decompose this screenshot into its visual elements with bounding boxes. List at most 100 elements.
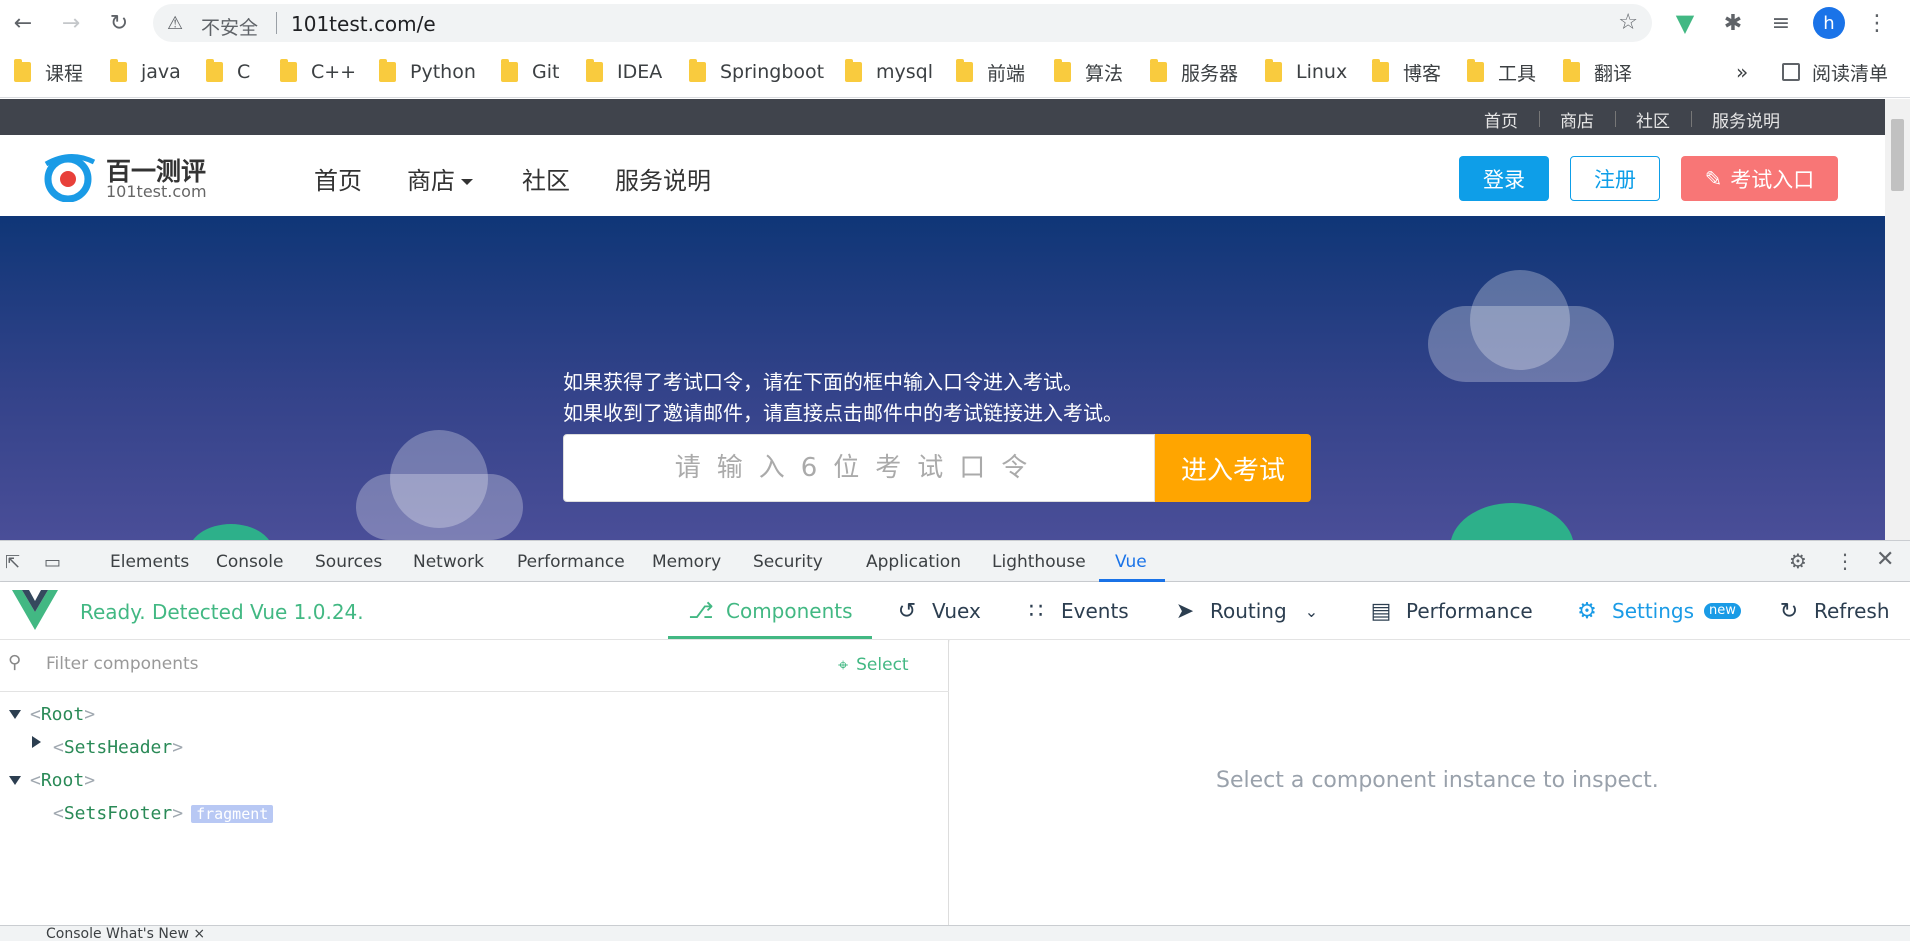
select-component-button[interactable]: ⌖ Select [838, 653, 909, 677]
folder-icon [206, 59, 223, 82]
tab-network[interactable]: Network [413, 552, 484, 572]
site-logo[interactable]: 百一测评 101test.com [40, 152, 220, 202]
device-toolbar-icon[interactable]: ▭ [44, 552, 61, 573]
tab-sources[interactable]: Sources [315, 552, 382, 572]
reload-icon[interactable]: ↻ [104, 8, 134, 38]
nav-community[interactable]: 社区 [522, 161, 570, 196]
active-vue-tab-indicator [668, 636, 872, 639]
gear-icon: ⚙ [1577, 598, 1597, 624]
vue-tab-routing[interactable]: ➤ Routing ⌄ [1172, 597, 1318, 625]
bookmark-folder[interactable]: Springboot [689, 59, 824, 84]
scrollbar-thumb[interactable] [1891, 119, 1904, 191]
bookmark-folder[interactable]: C [206, 59, 250, 84]
enter-exam-button[interactable]: 进入考试 [1155, 434, 1311, 502]
filter-components-input[interactable]: Filter components [46, 654, 199, 674]
vue-tab-performance[interactable]: ▤ Performance [1368, 597, 1533, 625]
url-text[interactable]: 101test.com/e [291, 12, 436, 36]
exam-code-input[interactable]: 请输入6位考试口令 [563, 434, 1155, 502]
bookmark-folder[interactable]: Git [501, 59, 559, 84]
divider [1615, 111, 1616, 127]
vue-logo-icon [12, 590, 58, 630]
vue-tab-settings[interactable]: ⚙ Settings new [1574, 597, 1741, 625]
nav-home[interactable]: 首页 [314, 161, 362, 196]
expanded-arrow-icon[interactable] [9, 710, 21, 719]
bookmark-folder[interactable]: 课程 [14, 59, 83, 85]
bookmark-folder[interactable]: IDEA [586, 59, 662, 84]
folder-icon [845, 59, 862, 82]
tab-performance[interactable]: Performance [517, 552, 625, 572]
bookmark-folder[interactable]: java [110, 59, 181, 84]
bookmark-folder[interactable]: 服务器 [1150, 59, 1238, 85]
filter-bar: ⚲ Filter components ⌖ Select [0, 640, 949, 692]
devtools-tab-strip: ⇱ ▭ Elements Console Sources Network Per… [0, 540, 1910, 582]
browser-menu-icon[interactable]: ⋮ [1862, 8, 1892, 38]
register-button[interactable]: 注册 [1570, 156, 1660, 201]
top-link-community[interactable]: 社区 [1636, 107, 1670, 132]
tab-elements[interactable]: Elements [110, 552, 189, 572]
folder-icon [14, 59, 31, 82]
bookmark-folder[interactable]: 前端 [956, 59, 1025, 85]
tab-console[interactable]: Console [216, 552, 284, 572]
tree-node[interactable]: <SetsHeader> [53, 737, 183, 758]
address-bar[interactable]: ⚠ 不安全 101test.com/e ☆ [153, 4, 1652, 42]
bar-chart-icon: ▤ [1370, 598, 1392, 624]
top-link-service[interactable]: 服务说明 [1712, 107, 1780, 132]
nav-shop[interactable]: 商店 [407, 161, 473, 196]
bookmarks-bar: 课程 java C C++ Python Git IDEA Springboot… [0, 46, 1910, 98]
login-button[interactable]: 登录 [1459, 156, 1549, 201]
devtools-settings-icon[interactable]: ⚙ [1789, 549, 1807, 573]
folder-icon [586, 59, 603, 82]
more-bookmarks-button[interactable]: » [1736, 60, 1748, 84]
tab-vue[interactable]: Vue [1115, 552, 1147, 572]
bookmark-folder[interactable]: mysql [845, 59, 933, 84]
nav-service[interactable]: 服务说明 [615, 161, 711, 196]
reading-list-button[interactable]: 阅读清单 [1782, 60, 1888, 85]
top-link-shop[interactable]: 商店 [1560, 107, 1594, 132]
tab-lighthouse[interactable]: Lighthouse [992, 552, 1086, 572]
vue-devtools-extension-icon[interactable]: ▼ [1670, 8, 1700, 38]
warning-icon: ⚠ [167, 13, 184, 34]
bookmark-folder[interactable]: 工具 [1467, 59, 1536, 85]
tree-node[interactable]: <Root> [30, 770, 95, 791]
omnibox-divider [276, 12, 277, 34]
bookmark-folder[interactable]: 算法 [1054, 59, 1123, 85]
expanded-arrow-icon[interactable] [9, 776, 21, 785]
vue-tab-vuex[interactable]: ↺ Vuex [894, 597, 981, 625]
exam-entry-button[interactable]: ✎ 考试入口 [1681, 156, 1838, 201]
routing-icon: ➤ [1175, 598, 1195, 624]
vue-tab-events[interactable]: ∷ Events [1023, 597, 1129, 625]
bookmark-folder[interactable]: Python [379, 59, 476, 84]
media-queue-icon[interactable]: ≡ [1766, 8, 1796, 38]
page-scrollbar[interactable] [1885, 99, 1910, 540]
tree-decoration [1450, 503, 1574, 540]
tab-memory[interactable]: Memory [652, 552, 721, 572]
site-navbar: 百一测评 101test.com 首页 商店 社区 服务说明 登录 注册 ✎ 考试… [0, 135, 1885, 216]
collapsed-arrow-icon[interactable] [32, 736, 41, 748]
reading-list-icon [1782, 63, 1800, 81]
crosshair-icon: ⌖ [838, 654, 849, 676]
extensions-puzzle-icon[interactable]: ✱ [1718, 8, 1748, 38]
bookmark-folder[interactable]: C++ [280, 59, 356, 84]
tab-application[interactable]: Application [866, 552, 961, 572]
close-devtools-icon[interactable]: ✕ [1876, 547, 1894, 572]
profile-avatar[interactable]: h [1813, 7, 1845, 39]
vue-refresh-button[interactable]: ↻ Refresh [1776, 597, 1890, 625]
bookmark-folder[interactable]: Linux [1265, 59, 1347, 84]
tree-node[interactable]: <Root> [30, 704, 95, 725]
tree-node[interactable]: <SetsFooter> fragment [53, 803, 274, 824]
back-icon[interactable]: ← [8, 8, 38, 38]
bookmark-folder[interactable]: 博客 [1372, 59, 1441, 85]
top-link-home[interactable]: 首页 [1484, 107, 1518, 132]
chevron-down-icon: ⌄ [1304, 601, 1319, 621]
bookmark-star-icon[interactable]: ☆ [1618, 10, 1638, 35]
inspect-element-icon[interactable]: ⇱ [5, 552, 20, 573]
devtools-menu-icon[interactable]: ⋮ [1835, 549, 1855, 573]
bookmark-folder[interactable]: 翻译 [1563, 59, 1632, 85]
forward-icon[interactable]: → [56, 8, 86, 38]
console-drawer[interactable]: Console What's New × [0, 925, 1910, 941]
drawer-tabs[interactable]: Console What's New × [46, 926, 205, 941]
tab-security[interactable]: Security [753, 552, 823, 572]
vue-tab-components[interactable]: ⎇ Components [688, 597, 852, 625]
browser-toolbar: ← → ↻ ⚠ 不安全 101test.com/e ☆ ▼ ✱ ≡ h ⋮ [0, 0, 1910, 46]
cloud-decoration [390, 430, 488, 528]
